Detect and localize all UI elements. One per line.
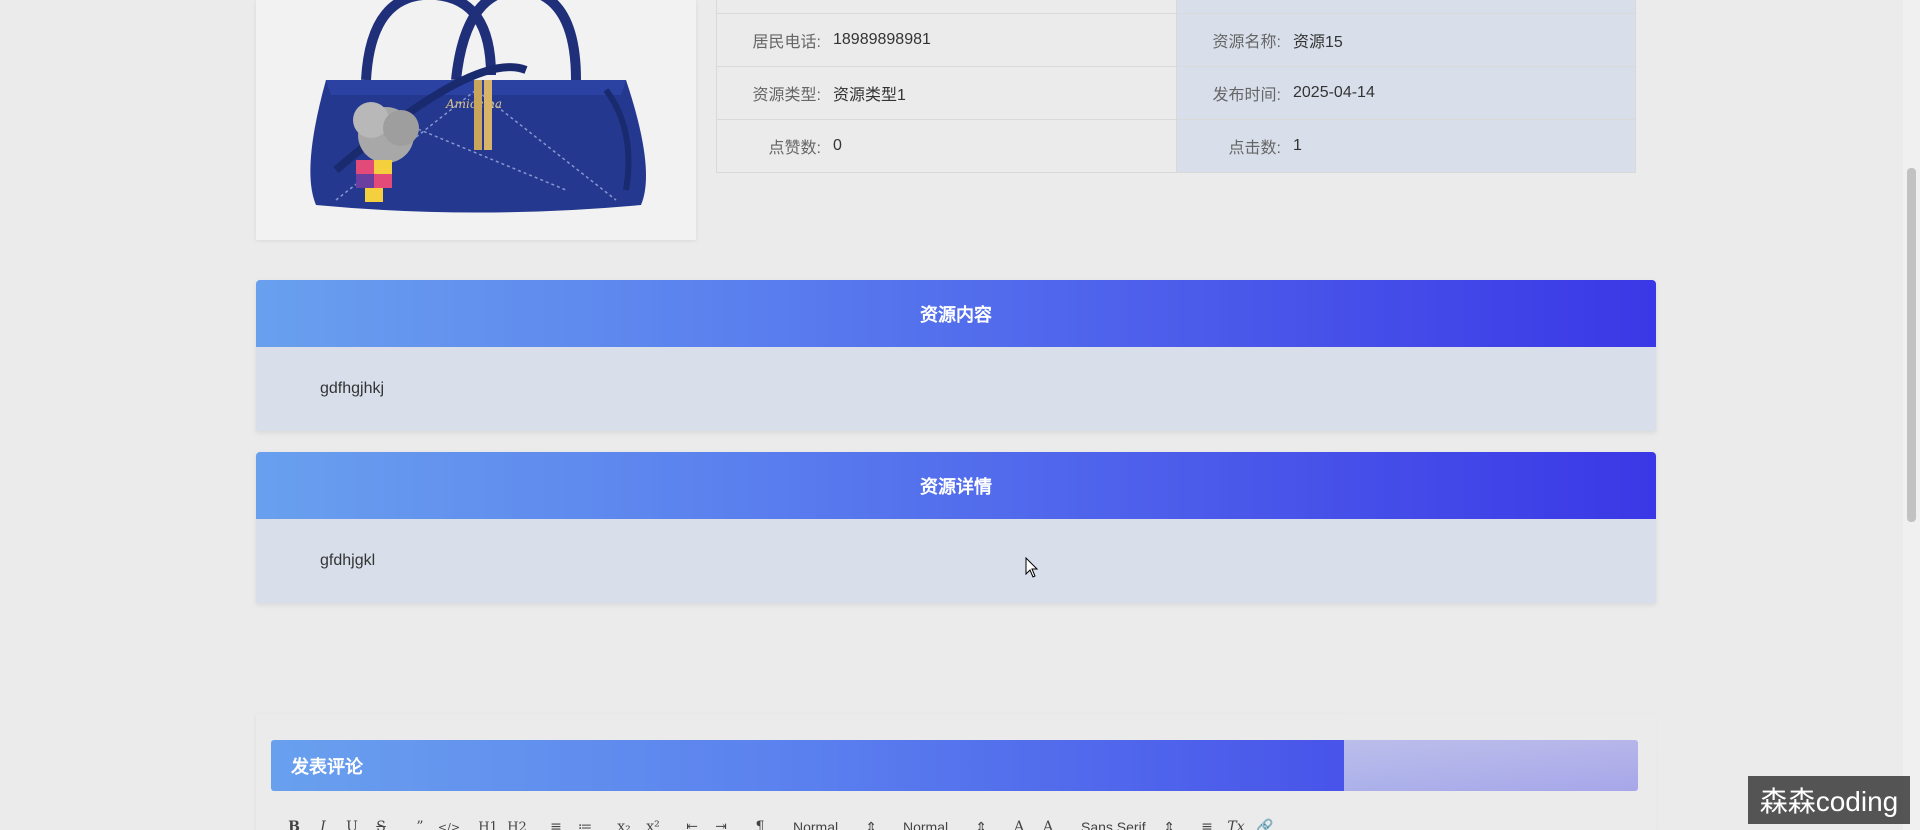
info-row-hidden (717, 0, 1635, 13)
clean-format-button[interactable]: Tx (1222, 814, 1250, 830)
clicks-label: 点击数: (1228, 140, 1281, 157)
phone-label: 居民电话: (752, 34, 821, 51)
underline-button[interactable]: U (338, 814, 366, 830)
section-body: gfdhjgkl (256, 519, 1656, 603)
likes-label: 点赞数: (768, 140, 821, 157)
chevron-updown-icon: ⇕ (865, 818, 877, 830)
chevron-updown-icon: ⇕ (1163, 818, 1175, 830)
section-body: gdfhgjhkj (256, 347, 1656, 431)
clicks-value: 1 (1293, 137, 1302, 154)
handbag-illustration: Amiccina (310, 0, 646, 213)
outdent-button[interactable]: ⇤ (678, 814, 706, 830)
info-row-phone: 居民电话: 18989898981 资源名称: 资源15 (717, 13, 1635, 66)
info-row-type: 资源类型: 资源类型1 发布时间: 2025-04-14 (717, 66, 1635, 119)
header-select[interactable]: Normal ⇕ (895, 814, 995, 830)
text-color-button[interactable]: A (1005, 814, 1033, 830)
product-image: Amiccina (256, 0, 696, 240)
resource-type-value: 资源类型1 (833, 87, 906, 104)
header-2-button[interactable]: H2 (503, 814, 531, 830)
background-color-button[interactable]: A (1034, 814, 1062, 830)
likes-value: 0 (833, 137, 842, 154)
publish-time-value: 2025-04-14 (1293, 84, 1375, 101)
strike-button[interactable]: S (367, 814, 395, 830)
editor-toolbar: B I U S ” </> H1 H2 ≡ ≔ x₂ x² ⇤ ⇥ ¶ Norm… (280, 814, 1280, 830)
italic-button[interactable]: I (309, 814, 337, 830)
bullet-list-button[interactable]: ≔ (571, 814, 599, 830)
resource-details-text: gfdhjgkl (320, 552, 376, 569)
chevron-updown-icon: ⇕ (975, 818, 987, 830)
resource-details-section: 资源详情 gfdhjgkl (256, 452, 1656, 603)
resource-type-label: 资源类型: (752, 87, 821, 104)
resource-content-section: 资源内容 gdfhgjhkj (256, 280, 1656, 431)
info-cell: 点击数: 1 (1176, 120, 1635, 172)
info-cell: 资源名称: 资源15 (1176, 14, 1635, 66)
header-select-value: Normal (903, 819, 949, 830)
font-select-value: Sans Serif (1081, 819, 1146, 830)
indent-button[interactable]: ⇥ (707, 814, 735, 830)
link-button[interactable]: 🔗 (1251, 814, 1279, 830)
subscript-button[interactable]: x₂ (610, 814, 638, 830)
info-cell (717, 0, 1176, 13)
comment-panel: 发表评论 B I U S ” </> H1 H2 ≡ ≔ x₂ x² ⇤ ⇥ ¶… (256, 714, 1656, 830)
watermark: 森森coding (1748, 776, 1910, 824)
section-title: 资源内容 (256, 280, 1656, 347)
resource-content-text: gdfhgjhkj (320, 380, 385, 397)
resource-name-value: 资源15 (1293, 34, 1343, 51)
superscript-button[interactable]: x² (639, 814, 667, 830)
ordered-list-button[interactable]: ≡ (542, 814, 570, 830)
header-1-button[interactable]: H1 (474, 814, 502, 830)
section-title: 资源详情 (256, 452, 1656, 519)
text-direction-button[interactable]: ¶ (746, 814, 774, 830)
align-button[interactable]: ≡ (1193, 814, 1221, 830)
publish-time-label: 发布时间: (1212, 87, 1281, 104)
page-scrollbar[interactable] (1903, 0, 1920, 830)
comment-title: 发表评论 (271, 740, 1638, 791)
bold-button[interactable]: B (280, 814, 308, 830)
info-cell: 居民电话: 18989898981 (717, 14, 1176, 66)
mouse-cursor-icon (1025, 557, 1039, 578)
code-block-button[interactable]: </> (435, 814, 463, 830)
blockquote-button[interactable]: ” (406, 814, 434, 830)
svg-text:Amiccina: Amiccina (445, 97, 502, 111)
font-select[interactable]: Sans Serif ⇕ (1073, 814, 1183, 830)
size-select[interactable]: Normal ⇕ (785, 814, 885, 830)
info-cell: 资源类型: 资源类型1 (717, 67, 1176, 119)
resource-info-table: 居民电话: 18989898981 资源名称: 资源15 资源类型: 资源类型1… (716, 0, 1636, 173)
info-row-stats: 点赞数: 0 点击数: 1 (717, 119, 1635, 172)
scrollbar-thumb[interactable] (1907, 168, 1916, 522)
info-cell: 发布时间: 2025-04-14 (1176, 67, 1635, 119)
info-cell (1176, 0, 1635, 13)
phone-value: 18989898981 (833, 31, 931, 48)
size-select-value: Normal (793, 819, 839, 830)
info-cell: 点赞数: 0 (717, 120, 1176, 172)
resource-name-label: 资源名称: (1212, 34, 1281, 51)
